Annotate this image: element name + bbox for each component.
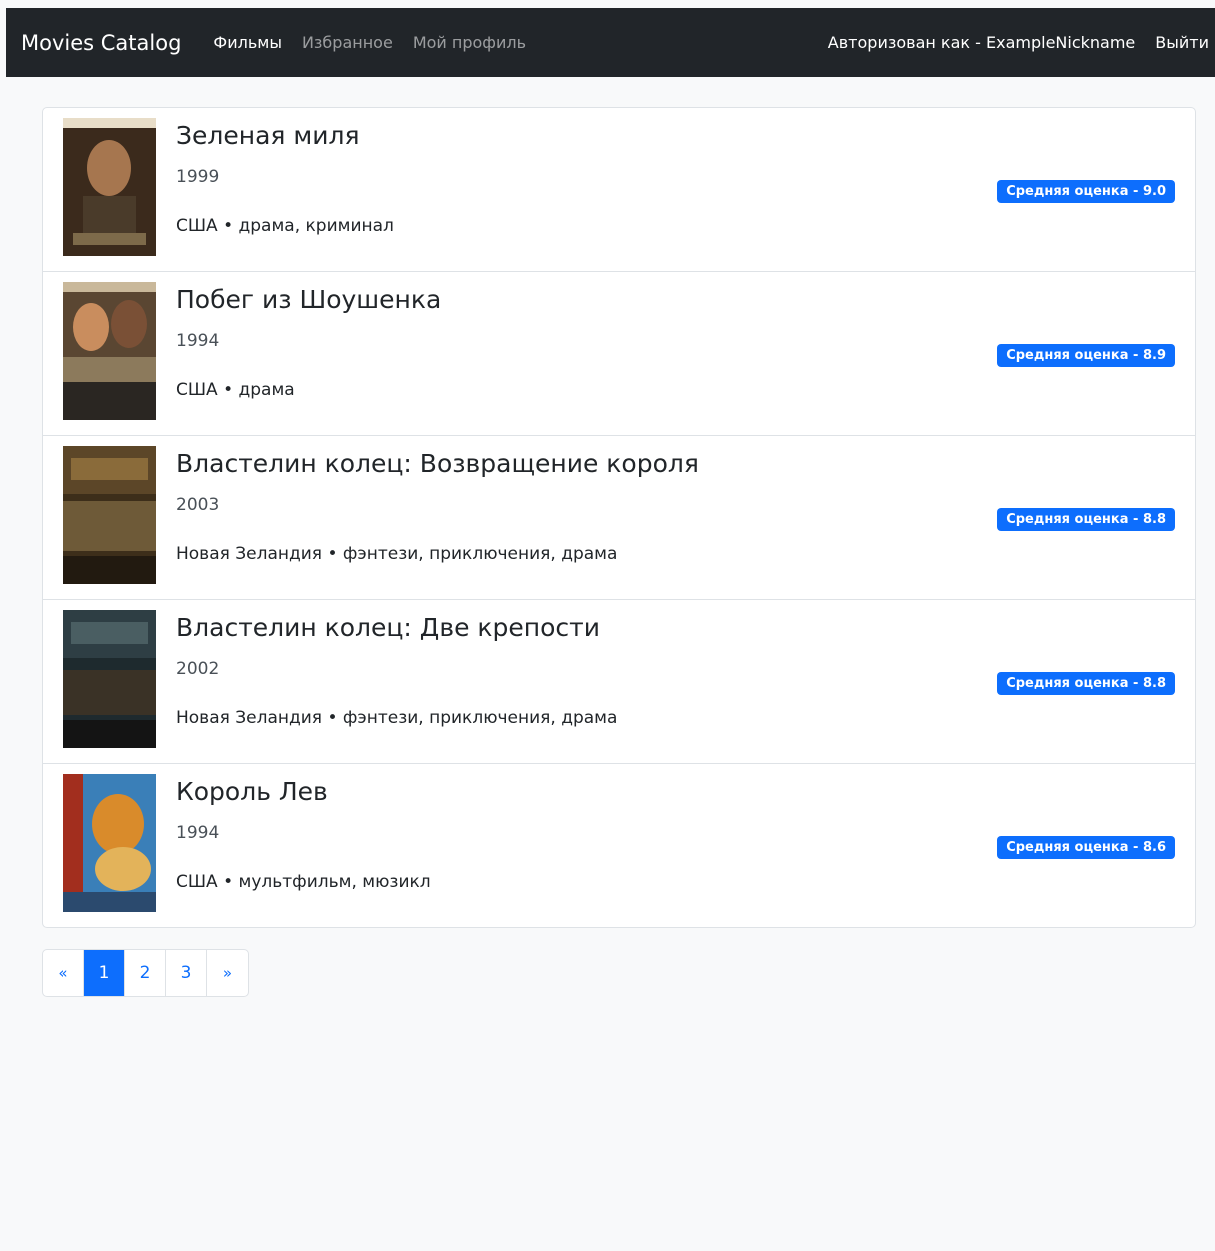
rating-badge: Средняя оценка - 8.8 (997, 508, 1175, 531)
pagination-page-3[interactable]: 3 (166, 950, 207, 996)
movie-poster[interactable] (63, 774, 156, 912)
nav-link-films[interactable]: Фильмы (213, 33, 282, 52)
rating-badge: Средняя оценка - 8.8 (997, 672, 1175, 695)
pagination-prev[interactable]: « (43, 950, 84, 996)
navbar: Movies Catalog Фильмы Избранное Мой проф… (6, 8, 1215, 77)
movie-meta: Новая Зеландия • фэнтези, приключения, д… (176, 708, 618, 728)
pagination: « 1 2 3 » (42, 949, 249, 997)
nav-links: Фильмы Избранное Мой профиль (213, 33, 546, 52)
movie-year: 2002 (176, 659, 220, 679)
user-info: Авторизован как - ExampleNickname (827, 33, 1136, 52)
movie-item[interactable]: Властелин колец: Две крепости 2002 Новая… (43, 600, 1195, 764)
movie-year: 1999 (176, 167, 220, 187)
movie-meta: Новая Зеландия • фэнтези, приключения, д… (176, 544, 618, 564)
movie-title[interactable]: Король Лев (176, 777, 328, 806)
movie-title[interactable]: Властелин колец: Две крепости (176, 613, 600, 642)
movie-item[interactable]: Властелин колец: Возвращение короля 2003… (43, 436, 1195, 600)
movie-year: 1994 (176, 331, 220, 351)
movie-item[interactable]: Зеленая миля 1999 США • драма, криминал … (43, 108, 1195, 272)
movie-year: 1994 (176, 823, 220, 843)
movie-poster[interactable] (63, 282, 156, 420)
movie-item[interactable]: Побег из Шоушенка 1994 США • драма Средн… (43, 272, 1195, 436)
rating-badge: Средняя оценка - 8.6 (997, 836, 1175, 859)
pagination-page-1[interactable]: 1 (84, 950, 125, 996)
movie-list: Зеленая миля 1999 США • драма, криминал … (42, 107, 1196, 928)
brand-logo[interactable]: Movies Catalog (21, 31, 181, 55)
movie-item[interactable]: Король Лев 1994 США • мультфильм, мюзикл… (43, 764, 1195, 927)
movie-poster[interactable] (63, 446, 156, 584)
rating-badge: Средняя оценка - 9.0 (997, 180, 1175, 203)
movie-title[interactable]: Властелин колец: Возвращение короля (176, 449, 699, 478)
movie-meta: США • драма (176, 380, 295, 400)
rating-badge: Средняя оценка - 8.9 (997, 344, 1175, 367)
movie-poster[interactable] (63, 118, 156, 256)
movie-year: 2003 (176, 495, 220, 515)
movie-meta: США • драма, криминал (176, 216, 394, 236)
movie-meta: США • мультфильм, мюзикл (176, 872, 431, 892)
movie-poster[interactable] (63, 610, 156, 748)
pagination-next[interactable]: » (207, 950, 248, 996)
nav-link-favorites[interactable]: Избранное (302, 33, 393, 52)
pagination-page-2[interactable]: 2 (125, 950, 166, 996)
logout-link[interactable]: Выйти (1155, 33, 1209, 52)
nav-right: Авторизован как - ExampleNickname Выйти (828, 33, 1209, 52)
nav-link-profile[interactable]: Мой профиль (413, 33, 526, 52)
movie-title[interactable]: Зеленая миля (176, 121, 360, 150)
movie-title[interactable]: Побег из Шоушенка (176, 285, 441, 314)
